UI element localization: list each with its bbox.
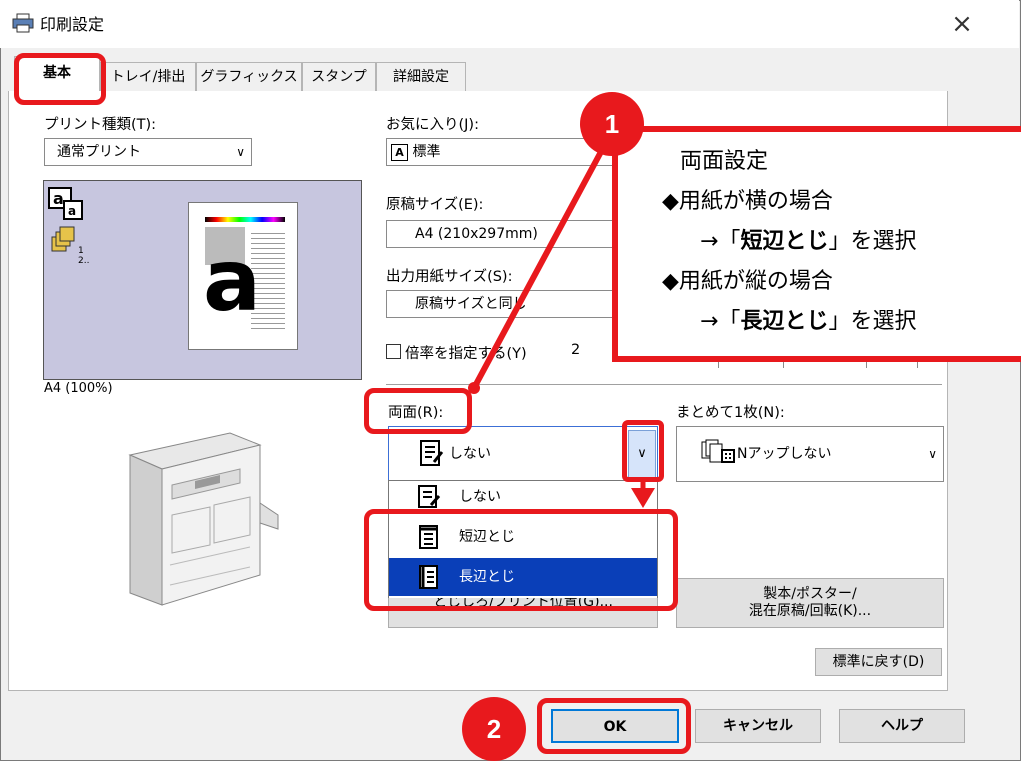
callout-line4-bold: 長辺とじ xyxy=(740,309,829,334)
step-2-badge: 2 xyxy=(462,697,526,761)
annotation-arrows xyxy=(468,133,655,508)
callout-line4-prefix: →「 xyxy=(700,309,741,334)
callout-line2-suffix: 」を選択 xyxy=(828,229,917,254)
callout-line2: →「短辺とじ」を選択 xyxy=(700,223,916,260)
step-1-badge: 1 xyxy=(580,92,644,156)
callout-title: 両面設定 xyxy=(680,149,769,174)
callout-line2-bold: 短辺とじ xyxy=(740,229,829,254)
callout-line2-prefix: →「 xyxy=(700,229,741,254)
callout-line4-suffix: 」を選択 xyxy=(828,309,917,334)
callout-line4: →「長辺とじ」を選択 xyxy=(700,303,916,340)
callout-line1: ◆用紙が横の場合 xyxy=(662,189,833,214)
callout-line3: ◆用紙が縦の場合 xyxy=(662,269,833,294)
